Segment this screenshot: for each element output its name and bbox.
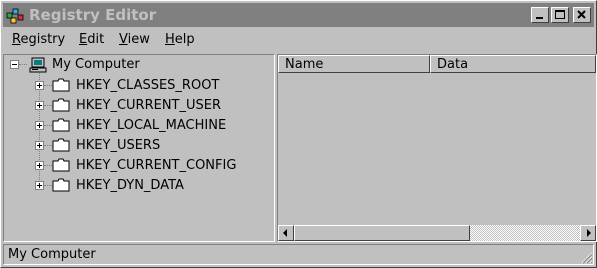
column-header-label: Name xyxy=(285,57,324,72)
resize-grip-icon[interactable] xyxy=(579,250,593,264)
close-button[interactable] xyxy=(573,7,591,23)
maximize-icon xyxy=(555,10,565,19)
plus-icon xyxy=(37,123,42,128)
window-title: Registry Editor xyxy=(29,6,157,24)
menu-registry[interactable]: Registry xyxy=(12,32,65,47)
tree-item-label: HKEY_CURRENT_CONFIG xyxy=(76,158,237,173)
column-header-label: Data xyxy=(437,57,469,72)
expand-toggle[interactable] xyxy=(35,121,44,130)
tree-connector xyxy=(44,125,52,126)
title-bar[interactable]: Registry Editor xyxy=(3,3,594,27)
tree-connector xyxy=(44,145,52,146)
status-text: My Computer xyxy=(8,247,96,262)
tree-connector xyxy=(44,185,52,186)
registry-editor-window: Registry Editor Registry Edit View Help xyxy=(0,0,597,268)
tree-connector xyxy=(44,165,52,166)
folder-icon xyxy=(52,138,70,152)
column-header-data[interactable]: Data xyxy=(430,55,596,73)
minimize-button[interactable] xyxy=(531,7,549,23)
tree-connector xyxy=(19,64,27,65)
plus-icon xyxy=(37,183,42,188)
expand-toggle[interactable] xyxy=(35,161,44,170)
scroll-right-button[interactable] xyxy=(580,225,596,241)
expand-toggle[interactable] xyxy=(35,81,44,90)
status-bar: My Computer xyxy=(3,244,594,265)
values-list[interactable]: Name Data xyxy=(277,54,597,242)
scroll-left-button[interactable] xyxy=(278,225,294,241)
plus-icon xyxy=(37,143,42,148)
menu-help[interactable]: Help xyxy=(165,32,195,47)
expand-toggle[interactable] xyxy=(35,141,44,150)
registry-editor-icon xyxy=(6,8,24,24)
tree-item-label: HKEY_CLASSES_ROOT xyxy=(76,78,220,93)
plus-icon xyxy=(37,163,42,168)
folder-icon xyxy=(52,118,70,132)
scroll-thumb[interactable] xyxy=(294,225,470,241)
tree-item-label: HKEY_DYN_DATA xyxy=(76,178,184,193)
close-icon xyxy=(577,10,586,19)
tree-item-label: HKEY_CURRENT_USER xyxy=(76,98,222,113)
column-header-name[interactable]: Name xyxy=(278,55,430,73)
folder-icon xyxy=(52,78,70,92)
computer-icon xyxy=(29,57,47,73)
minus-icon xyxy=(12,64,17,65)
plus-icon xyxy=(37,83,42,88)
registry-tree[interactable]: My Computer HKEY_CLASSES_ROOT HKEY_CURRE… xyxy=(3,54,275,242)
menu-bar: Registry Edit View Help xyxy=(3,29,594,51)
maximize-button[interactable] xyxy=(551,7,569,23)
plus-icon xyxy=(37,103,42,108)
expand-toggle[interactable] xyxy=(35,101,44,110)
tree-connector xyxy=(44,105,52,106)
arrow-left-icon xyxy=(283,229,287,237)
folder-icon xyxy=(52,98,70,112)
minimize-icon xyxy=(536,17,543,19)
folder-icon xyxy=(52,158,70,172)
menu-view[interactable]: View xyxy=(119,32,150,47)
tree-item-label: HKEY_LOCAL_MACHINE xyxy=(76,118,227,133)
horizontal-scrollbar[interactable] xyxy=(278,225,596,241)
tree-connector xyxy=(44,85,52,86)
arrow-right-icon xyxy=(587,229,591,237)
collapse-toggle[interactable] xyxy=(10,60,19,69)
expand-toggle[interactable] xyxy=(35,181,44,190)
tree-item-label: HKEY_USERS xyxy=(76,138,161,153)
folder-icon xyxy=(52,178,70,192)
tree-item-label: My Computer xyxy=(52,57,140,72)
menu-edit[interactable]: Edit xyxy=(79,32,104,47)
